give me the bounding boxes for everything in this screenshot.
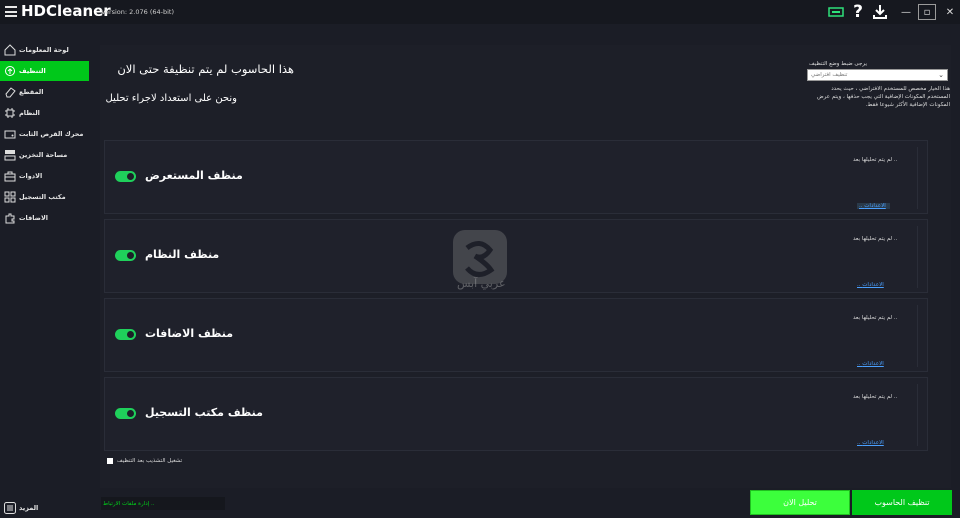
card-title: منظف المستعرض — [145, 169, 243, 182]
drive-status-icon[interactable] — [828, 3, 844, 21]
sidebar-item-cleaning[interactable]: التنظيف — [0, 61, 89, 81]
sidebar-item-plugins[interactable]: الاضافات — [0, 208, 89, 228]
card-settings-link[interactable]: .. الاعدادات — [857, 203, 890, 209]
sidebar-item-label: التنظيف — [19, 67, 46, 75]
watermark-logo-icon — [453, 230, 507, 284]
card-status: لم يتم تحليلها بعد .. — [853, 157, 898, 163]
help-icon[interactable]: ? — [851, 2, 865, 22]
clean-mode-label: يرجى ضبط وضع التنظيف — [809, 61, 867, 67]
shutdown-label: تشغيل التشذيب بعد التنظيف — [117, 458, 183, 464]
card-status: لم يتم تحليلها بعد .. — [853, 315, 898, 321]
card-status: لم يتم تحليلها بعد .. — [853, 236, 898, 242]
sidebar-item-hard-drive[interactable]: محرك القرص الثابت — [0, 124, 89, 144]
sidebar-item-dashboard[interactable]: لوحة المعلومات — [0, 40, 89, 60]
browser-cleaner-card: منظف المستعرض لم يتم تحليلها بعد .. .. ا… — [104, 140, 928, 214]
plugin-icon — [5, 213, 15, 224]
sidebar-item-label: مساحة التخزين — [19, 151, 68, 159]
sidebar-item-label: مكتب التسجيل — [19, 193, 66, 201]
card-title: منظف الاضافات — [145, 327, 234, 340]
card-title: منظف النظام — [145, 248, 220, 261]
card-status: لم يتم تحليلها بعد .. — [853, 394, 898, 400]
clean-mode-value: تنظيف افتراضي — [811, 72, 848, 78]
registry-icon — [4, 191, 16, 203]
chip-icon — [5, 108, 15, 118]
card-settings-link[interactable]: .. الاعدادات — [857, 440, 884, 446]
registry-cleaner-toggle[interactable] — [115, 408, 136, 419]
status-bar: إدارة ملفات الارتباط .. — [101, 497, 225, 510]
sidebar-item-storage[interactable]: مساحة التخزين — [0, 145, 89, 165]
plugins-cleaner-toggle[interactable] — [115, 329, 136, 340]
clean-computer-button[interactable]: تنظيف الحاسوب — [852, 490, 952, 515]
chevron-down-icon: ⌄ — [938, 71, 944, 79]
shutdown-option[interactable]: تشغيل التشذيب بعد التنظيف — [107, 458, 182, 464]
app-version: Version: 2.076 (64-bit) — [101, 8, 175, 16]
registry-cleaner-card: منظف مكتب التسجيل لم يتم تحليلها بعد .. … — [104, 377, 928, 451]
sidebar-item-label: المقطع — [19, 88, 44, 96]
more-icon — [4, 502, 16, 514]
title-bar: HDCleaner Version: 2.076 (64-bit) ? — ▫ … — [0, 0, 960, 24]
card-scrollbar[interactable] — [917, 226, 923, 288]
sidebar-item-tools[interactable]: الادوات — [0, 166, 89, 186]
card-title: منظف مكتب التسجيل — [145, 406, 263, 419]
shutdown-checkbox[interactable] — [107, 458, 113, 464]
app-name: HDCleaner — [21, 2, 111, 20]
card-scrollbar[interactable] — [917, 384, 923, 446]
sidebar-more-button[interactable]: المزيد — [0, 498, 89, 518]
close-button[interactable]: ✕ — [941, 4, 959, 20]
hamburger-menu-icon[interactable] — [5, 6, 17, 17]
sidebar-item-system[interactable]: النظام — [0, 103, 89, 123]
browser-cleaner-toggle[interactable] — [115, 171, 136, 182]
system-cleaner-card: منظف النظام لم يتم تحليلها بعد .. .. الا… — [104, 219, 928, 293]
eraser-icon — [5, 87, 16, 98]
card-settings-link[interactable]: .. الاعدادات — [857, 361, 884, 367]
card-scrollbar[interactable] — [917, 147, 923, 209]
sidebar-item-label: لوحة المعلومات — [19, 46, 69, 54]
drive-icon — [4, 130, 16, 139]
sidebar-item-label: النظام — [19, 109, 40, 117]
sidebar-item-registry[interactable]: مكتب التسجيل — [0, 187, 89, 207]
sidebar-item-label: الادوات — [19, 172, 43, 180]
system-cleaner-toggle[interactable] — [115, 250, 136, 261]
sidebar-more-label: المزيد — [19, 504, 39, 512]
card-scrollbar[interactable] — [917, 305, 923, 367]
clean-mode-select[interactable]: تنظيف افتراضي ⌄ — [807, 69, 948, 81]
page-subtitle: ونحن على استعداد لاجراء تحليل — [105, 93, 237, 104]
storage-icon — [4, 150, 16, 161]
recycle-icon — [5, 66, 15, 76]
clean-mode-description: هذا الخيار مخصص للمستخدم الافتراضي ، حيث… — [817, 86, 950, 108]
watermark-text: عربي آبس — [457, 277, 506, 290]
sidebar-item-shredder[interactable]: المقطع — [0, 82, 89, 102]
plugins-cleaner-card: منظف الاضافات لم يتم تحليلها بعد .. .. ا… — [104, 298, 928, 372]
sidebar-item-label: محرك القرص الثابت — [19, 130, 84, 138]
download-icon[interactable] — [871, 3, 888, 21]
home-icon — [4, 44, 16, 56]
minimize-button[interactable]: — — [897, 4, 915, 20]
page-title: هذا الحاسوب لم يتم تنظيفة حتى الان — [117, 62, 294, 76]
toolbox-icon — [4, 171, 16, 182]
card-settings-link[interactable]: .. الاعدادات — [857, 282, 884, 288]
analyze-now-button[interactable]: تحليل الان — [750, 490, 850, 515]
restore-button[interactable]: ▫ — [918, 4, 936, 20]
sidebar-item-label: الاضافات — [19, 214, 49, 222]
